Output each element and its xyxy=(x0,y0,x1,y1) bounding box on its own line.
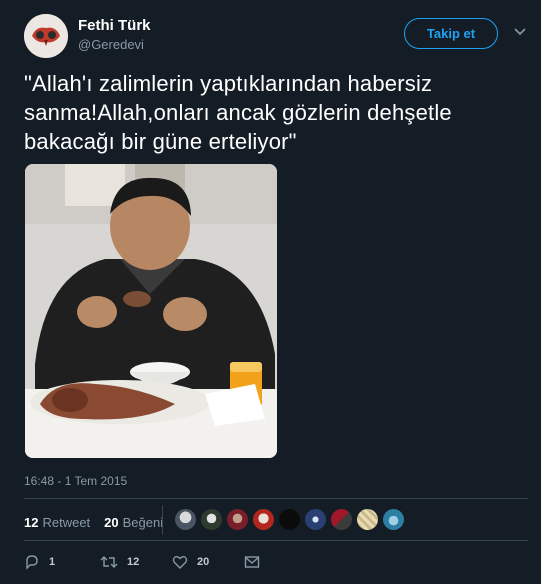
tweet-header: Fethi Türk @Geredevi Takip et xyxy=(24,14,529,58)
liker-avatar[interactable] xyxy=(175,509,196,530)
divider xyxy=(24,540,528,541)
avatar[interactable] xyxy=(24,14,68,58)
tweet-timestamp[interactable]: 16:48 - 1 Tem 2015 xyxy=(24,474,127,488)
like-button[interactable]: 20 xyxy=(172,554,244,570)
divider xyxy=(24,498,528,499)
liker-avatar[interactable] xyxy=(331,509,352,530)
retweet-count[interactable]: 12 xyxy=(24,515,38,530)
reply-count: 1 xyxy=(49,556,56,568)
like-icon xyxy=(172,556,188,569)
divider xyxy=(162,505,163,535)
liker-avatar[interactable] xyxy=(305,509,326,530)
tweet-text: "Allah'ı zalimlerin yaptıklarından haber… xyxy=(24,71,452,154)
like-count[interactable]: 20 xyxy=(104,515,118,530)
liker-avatar[interactable] xyxy=(201,509,222,530)
display-name[interactable]: Fethi Türk xyxy=(78,17,151,34)
follow-button[interactable]: Takip et xyxy=(404,18,498,49)
user-handle[interactable]: @Geredevi xyxy=(78,37,144,52)
liker-avatar[interactable] xyxy=(357,509,378,530)
retweet-icon xyxy=(100,556,118,568)
message-icon xyxy=(244,556,260,568)
reply-icon xyxy=(26,555,38,570)
reply-button[interactable]: 1 xyxy=(24,554,100,570)
like-label[interactable]: Beğeni xyxy=(123,515,163,530)
liker-avatar[interactable] xyxy=(279,509,300,530)
retweet-label[interactable]: Retweet xyxy=(42,515,90,530)
chevron-down-icon[interactable] xyxy=(513,27,527,37)
liker-avatars xyxy=(175,509,409,530)
liker-avatar[interactable] xyxy=(253,509,274,530)
tweet-photo[interactable] xyxy=(25,164,277,458)
liker-avatar[interactable] xyxy=(227,509,248,530)
retweet-button[interactable]: 12 xyxy=(100,554,172,570)
retweet-action-count: 12 xyxy=(127,556,140,568)
tweet-stats: 12 Retweet 20 Beğeni xyxy=(24,512,163,532)
liker-avatar[interactable] xyxy=(383,509,404,530)
like-action-count: 20 xyxy=(197,556,210,568)
tweet-actions: 1 12 20 xyxy=(24,553,260,571)
direct-message-button[interactable] xyxy=(244,555,260,569)
